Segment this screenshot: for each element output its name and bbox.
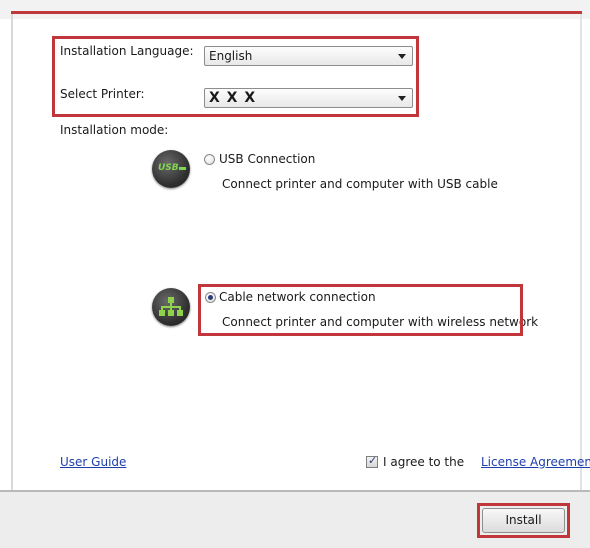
usb-connection-title: USB Connection xyxy=(219,152,316,166)
checkmark-icon: ✓ xyxy=(368,454,378,467)
network-connection-icon xyxy=(152,288,190,326)
network-connection-radio[interactable] xyxy=(205,292,216,303)
agree-text: I agree to the xyxy=(383,455,465,469)
printer-label: Select Printer: xyxy=(60,87,145,101)
language-select-value: English xyxy=(209,49,253,63)
license-agreement-link[interactable]: License Agreement xyxy=(481,455,590,469)
usb-icon-text: USB xyxy=(158,163,179,173)
user-guide-link[interactable]: User Guide xyxy=(60,455,126,469)
printer-select[interactable]: X X X xyxy=(204,88,413,108)
usb-connection-icon: USB xyxy=(152,150,190,188)
accent-line xyxy=(11,11,582,14)
agree-checkbox[interactable]: ✓ xyxy=(366,454,378,468)
language-label: Installation Language: xyxy=(60,44,194,58)
usb-icon-plug xyxy=(179,167,186,170)
install-button[interactable]: Install xyxy=(482,508,565,533)
network-connection-description: Connect printer and computer with wirele… xyxy=(222,315,539,329)
network-connection-title: Cable network connection xyxy=(219,290,376,304)
window-right-edge xyxy=(580,14,582,490)
window-left-edge xyxy=(11,14,13,490)
window-top-bar xyxy=(0,0,590,19)
language-select[interactable]: English xyxy=(204,46,413,66)
installation-mode-label: Installation mode: xyxy=(60,123,169,137)
usb-connection-radio[interactable] xyxy=(204,154,215,165)
printer-select-value: X X X xyxy=(209,90,257,106)
chevron-down-icon xyxy=(398,96,406,101)
usb-connection-description: Connect printer and computer with USB ca… xyxy=(222,177,498,191)
chevron-down-icon xyxy=(398,54,406,59)
